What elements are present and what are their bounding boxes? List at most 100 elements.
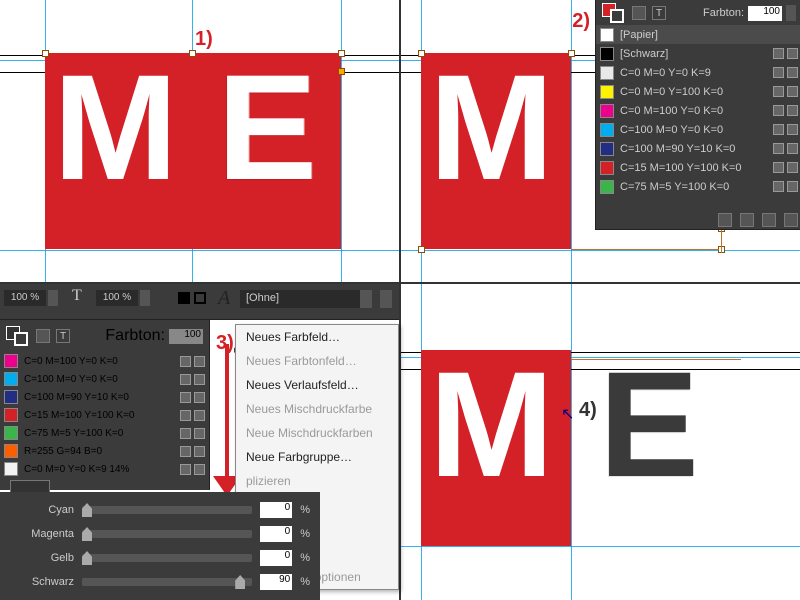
swatch-row[interactable]: C=100 M=0 Y=0 K=0 <box>596 120 800 139</box>
swatches-panel[interactable]: T Farbton: 100 C=0 M=100 Y=0 K=0 C=100 M… <box>0 320 210 490</box>
swatch-chip <box>4 462 18 476</box>
swatch-name: C=100 M=90 Y=10 K=0 <box>620 143 767 155</box>
unit-label: % <box>300 576 310 588</box>
fill-stroke-proxy[interactable] <box>602 3 626 23</box>
swatch-name: C=0 M=0 Y=0 K=9 14% <box>24 464 174 475</box>
glyph-m: M <box>53 41 178 214</box>
swatch-row[interactable]: C=0 M=0 Y=0 K=9 <box>596 63 800 82</box>
frame-edge <box>571 249 719 250</box>
chevron-down-icon[interactable] <box>48 290 58 306</box>
tint-stepper[interactable] <box>786 5 796 21</box>
slider-thumb[interactable] <box>82 527 92 541</box>
character-format-icon[interactable]: A <box>218 287 230 310</box>
selection-handle[interactable] <box>189 50 196 57</box>
swatch-name: C=100 M=90 Y=10 K=0 <box>24 392 174 403</box>
slider-track[interactable] <box>82 554 252 562</box>
text-tool-icon[interactable]: T <box>72 287 82 305</box>
folder-icon[interactable] <box>740 213 754 227</box>
panel-step-4: M E 4) ↖ <box>401 284 800 600</box>
slider-row: Schwarz 90 % <box>10 570 310 594</box>
chevron-down-icon[interactable] <box>140 290 150 306</box>
color-type-icon <box>194 374 205 385</box>
panel-menu-icon[interactable] <box>380 290 392 308</box>
selection-handle[interactable] <box>418 50 425 57</box>
slider-track[interactable] <box>82 506 252 514</box>
swatch-row[interactable]: C=0 M=0 Y=100 K=0 <box>596 82 800 101</box>
new-swatch-icon[interactable] <box>762 213 776 227</box>
slider-track[interactable] <box>82 578 252 586</box>
color-mode-icon <box>180 446 191 457</box>
font-dropdown[interactable]: [Ohne] <box>240 290 360 308</box>
show-options-icon[interactable] <box>718 213 732 227</box>
slider-value[interactable]: 0 <box>260 502 292 518</box>
swatch-row[interactable]: C=0 M=0 Y=0 K=9 14% <box>0 460 209 478</box>
swatch-row[interactable]: [Papier] <box>596 25 800 44</box>
container-icon[interactable] <box>36 329 50 343</box>
artwork-frame[interactable]: M <box>421 350 571 546</box>
swatches-panel[interactable]: T Farbton: 100 [Papier] [Schwarz] C=0 M=… <box>595 0 800 230</box>
fill-indicator[interactable] <box>178 292 190 304</box>
tint-input[interactable]: 100 <box>169 329 203 344</box>
zoom-select-a[interactable]: 100 % <box>4 290 58 306</box>
swatch-row[interactable]: C=75 M=5 Y=100 K=0 <box>596 177 800 196</box>
slider-thumb[interactable] <box>82 551 92 565</box>
tint-input[interactable]: 100 <box>748 6 782 21</box>
color-type-icon <box>787 162 798 173</box>
slider-label: Magenta <box>10 528 74 540</box>
artwork-frame[interactable]: M <box>421 53 571 249</box>
fill-stroke-proxy[interactable] <box>6 326 30 346</box>
swatch-name: C=100 M=0 Y=0 K=0 <box>620 124 767 136</box>
color-mode-icon <box>180 374 191 385</box>
swatch-row[interactable]: C=0 M=100 Y=0 K=0 <box>0 352 209 370</box>
color-mode-icon <box>180 464 191 475</box>
slider-value[interactable]: 0 <box>260 550 292 566</box>
swatch-row[interactable]: R=255 G=94 B=0 <box>0 442 209 460</box>
selection-handle[interactable] <box>338 68 345 75</box>
selection-handle[interactable] <box>338 50 345 57</box>
swatch-name: C=0 M=0 Y=0 K=9 <box>620 67 767 79</box>
swatch-row[interactable]: C=100 M=90 Y=10 K=0 <box>0 388 209 406</box>
swatch-chip <box>600 28 614 42</box>
slider-thumb[interactable] <box>235 575 245 589</box>
text-icon[interactable]: T <box>652 6 666 20</box>
text-icon[interactable]: T <box>56 329 70 343</box>
trash-icon[interactable] <box>784 213 798 227</box>
cmyk-sliders-panel[interactable]: Cyan 0 %Magenta 0 %Gelb 0 %Schwarz 90 % <box>0 492 320 600</box>
color-mode-icon <box>773 86 784 97</box>
artwork-frame[interactable]: M E <box>45 53 341 249</box>
swatch-chip <box>4 426 18 440</box>
unit-label: % <box>300 528 310 540</box>
swatch-name: C=15 M=100 Y=100 K=0 <box>24 410 174 421</box>
slider-track[interactable] <box>82 530 252 538</box>
swatch-chip <box>600 161 614 175</box>
container-icon[interactable] <box>632 6 646 20</box>
selection-handle[interactable] <box>418 246 425 253</box>
swatch-row[interactable]: C=100 M=0 Y=0 K=0 <box>0 370 209 388</box>
slider-value[interactable]: 0 <box>260 526 292 542</box>
menu-item[interactable]: Neue Farbgruppe… <box>236 445 398 469</box>
color-type-icon <box>194 410 205 421</box>
menu-item[interactable]: Neues Farbfeld… <box>236 325 398 349</box>
color-mode-icon <box>773 162 784 173</box>
zoom-select-b[interactable]: 100 % <box>96 290 150 306</box>
swatch-chip <box>600 123 614 137</box>
slider-row: Gelb 0 % <box>10 546 310 570</box>
swatch-row[interactable]: C=0 M=100 Y=0 K=0 <box>596 101 800 120</box>
swatch-row[interactable]: C=15 M=100 Y=100 K=0 <box>0 406 209 424</box>
swatch-row[interactable]: [Schwarz] <box>596 44 800 63</box>
stroke-indicator[interactable] <box>194 292 206 304</box>
slider-value[interactable]: 90 <box>260 574 292 590</box>
menu-item[interactable]: Neues Verlaufsfeld… <box>236 373 398 397</box>
swatch-chip <box>4 372 18 386</box>
chevron-down-icon[interactable] <box>360 290 372 308</box>
slider-thumb[interactable] <box>82 503 92 517</box>
swatch-name: C=75 M=5 Y=100 K=0 <box>24 428 174 439</box>
swatch-row[interactable]: C=100 M=90 Y=10 K=0 <box>596 139 800 158</box>
swatch-name: C=0 M=100 Y=0 K=0 <box>620 105 767 117</box>
selection-handle[interactable] <box>568 50 575 57</box>
color-mode-icon <box>773 48 784 59</box>
selection-handle[interactable] <box>42 50 49 57</box>
color-type-icon <box>194 464 205 475</box>
swatch-row[interactable]: C=15 M=100 Y=100 K=0 <box>596 158 800 177</box>
swatch-row[interactable]: C=75 M=5 Y=100 K=0 <box>0 424 209 442</box>
